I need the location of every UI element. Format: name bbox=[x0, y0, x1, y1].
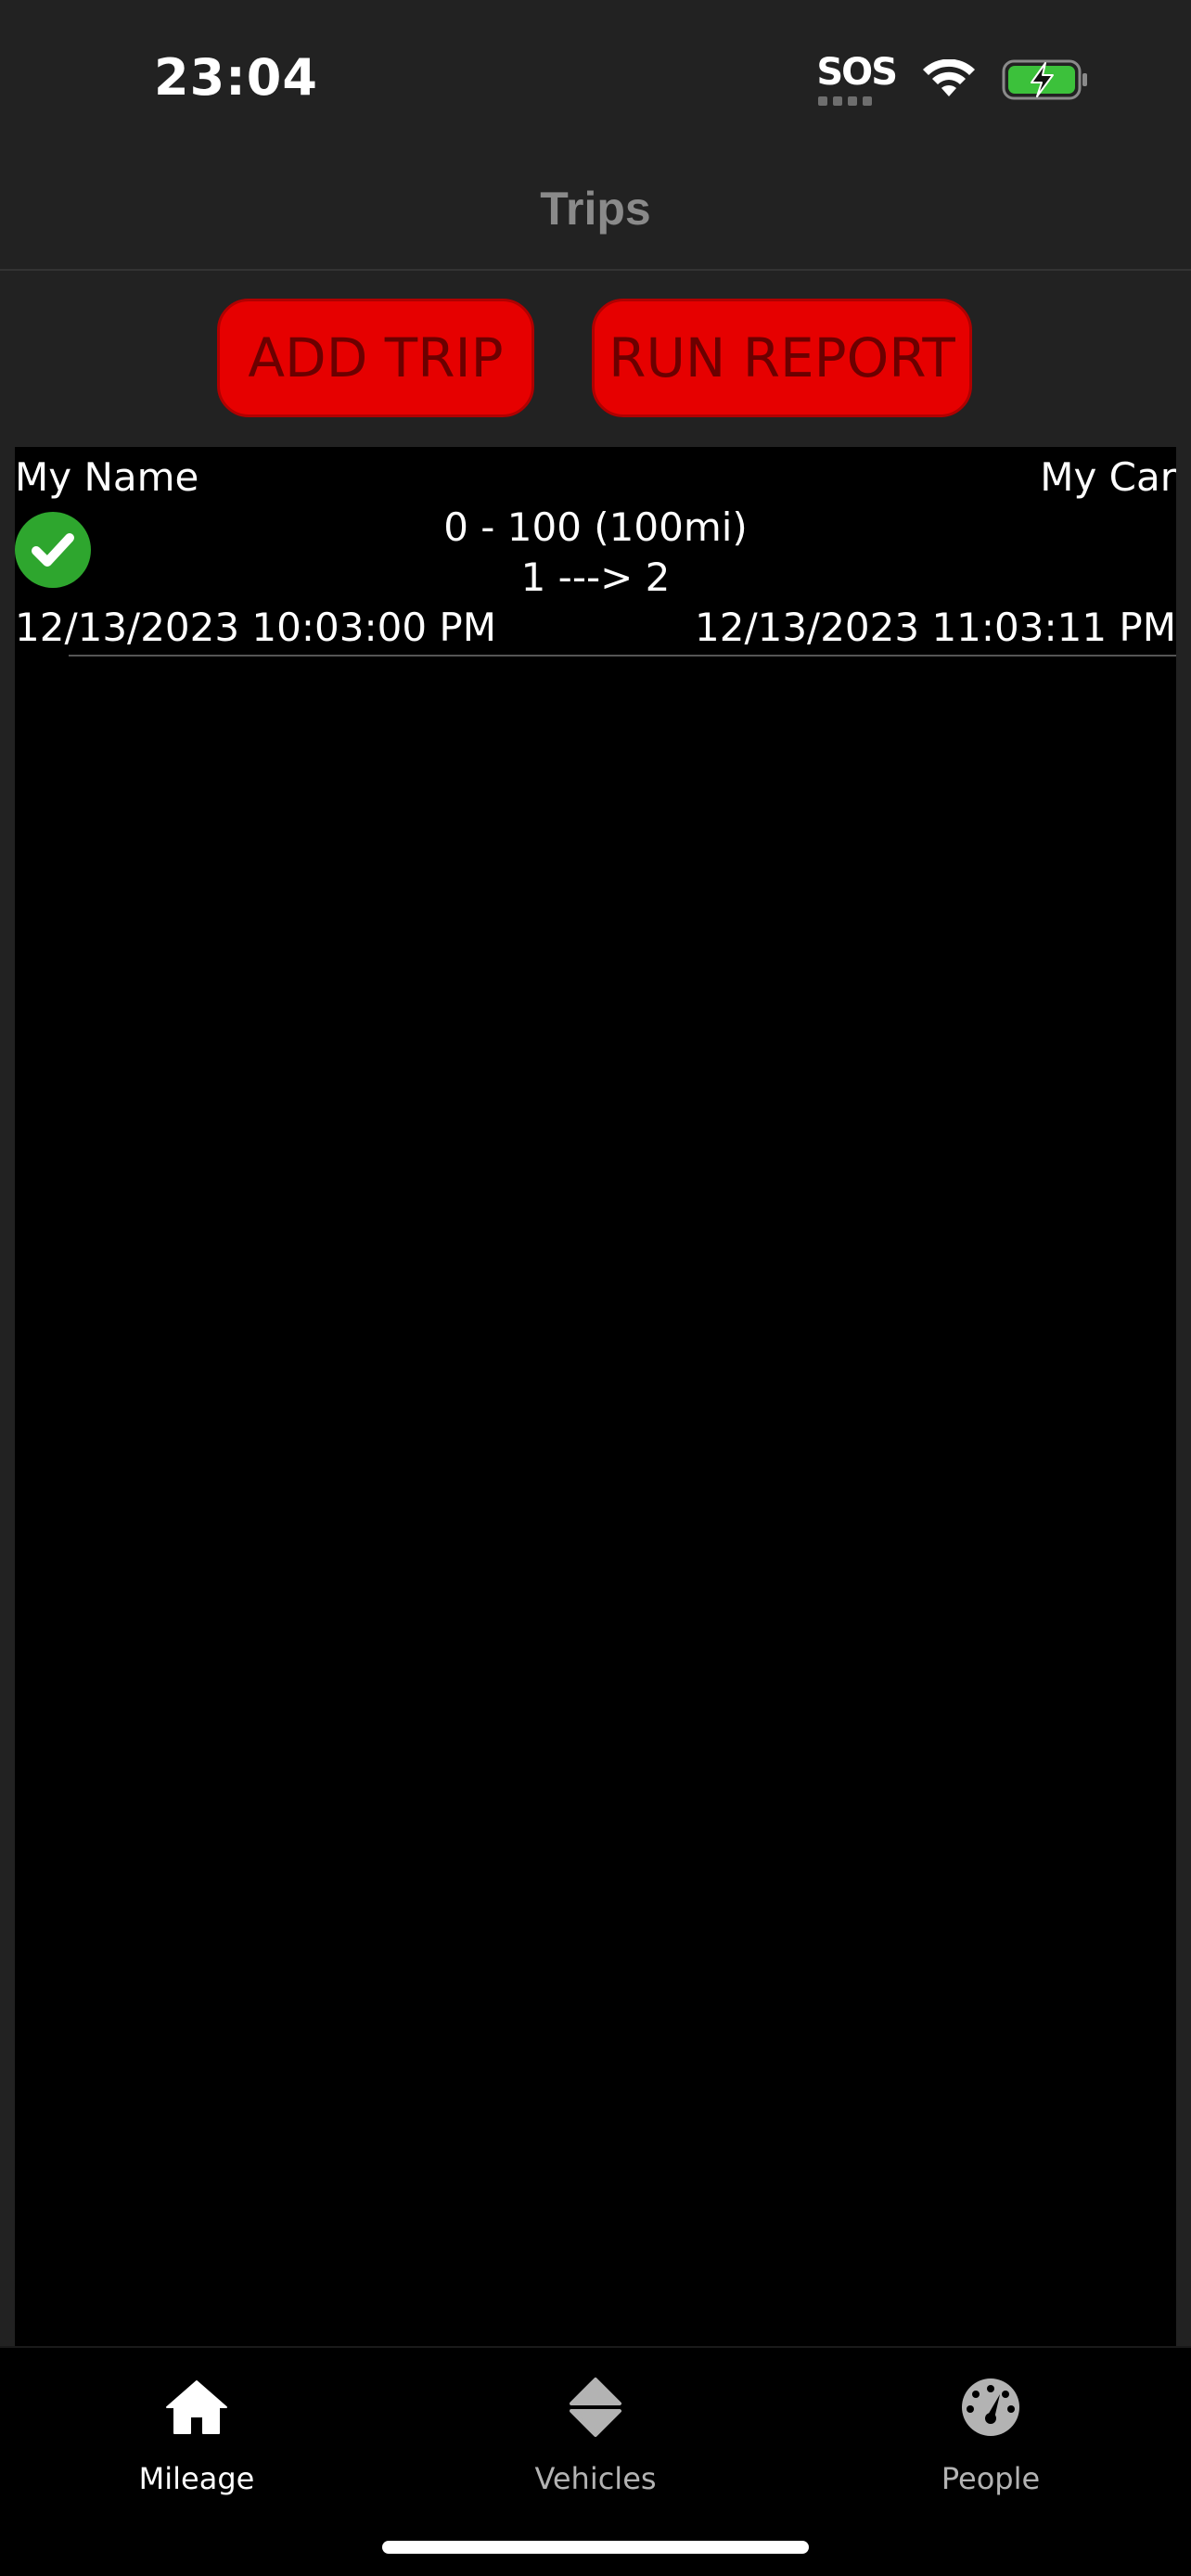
sos-indicator: SOS bbox=[816, 51, 898, 106]
home-indicator bbox=[382, 2541, 809, 2554]
sos-label: SOS bbox=[816, 51, 898, 94]
page-title: Trips bbox=[540, 183, 651, 235]
trip-route: 1 ---> 2 bbox=[520, 555, 671, 600]
tab-people-label: People bbox=[941, 2461, 1041, 2496]
tab-vehicles-label: Vehicles bbox=[534, 2461, 657, 2496]
tab-mileage[interactable]: Mileage bbox=[95, 2374, 299, 2504]
trip-list[interactable]: My Name My Car 0 - 100 (100mi) 1 ---> 2 … bbox=[15, 447, 1176, 2346]
row-divider bbox=[69, 655, 1176, 657]
list-item[interactable]: My Name My Car 0 - 100 (100mi) 1 ---> 2 … bbox=[15, 447, 1176, 657]
add-trip-button[interactable]: ADD TRIP bbox=[217, 299, 534, 417]
tab-vehicles[interactable]: Vehicles bbox=[493, 2374, 698, 2504]
home-icon bbox=[166, 2380, 227, 2434]
tab-mileage-label: Mileage bbox=[138, 2461, 255, 2496]
trip-vehicle: My Car bbox=[1040, 454, 1176, 500]
trip-start-time: 12/13/2023 10:03:00 PM bbox=[15, 605, 496, 650]
battery-charging-icon bbox=[1002, 59, 1087, 100]
signal-dots bbox=[818, 96, 873, 106]
speedometer-icon bbox=[962, 2378, 1019, 2436]
screen: 23:04 SOS Trips ADD TRIP RUN REPORT My N… bbox=[0, 0, 1191, 2576]
check-circle-icon bbox=[15, 512, 91, 588]
tab-people[interactable]: People bbox=[889, 2374, 1093, 2504]
status-time: 23:04 bbox=[154, 48, 318, 107]
status-bar: 23:04 SOS bbox=[0, 0, 1191, 148]
run-report-button[interactable]: RUN REPORT bbox=[592, 299, 972, 417]
wifi-icon bbox=[923, 59, 975, 96]
trip-driver: My Name bbox=[15, 454, 199, 500]
trip-end-time: 12/13/2023 11:03:11 PM bbox=[695, 605, 1176, 650]
sort-arrows-icon bbox=[570, 2378, 621, 2437]
trip-odometer: 0 - 100 (100mi) bbox=[443, 504, 748, 550]
status-icons: SOS bbox=[816, 54, 1089, 106]
nav-divider bbox=[0, 269, 1191, 271]
